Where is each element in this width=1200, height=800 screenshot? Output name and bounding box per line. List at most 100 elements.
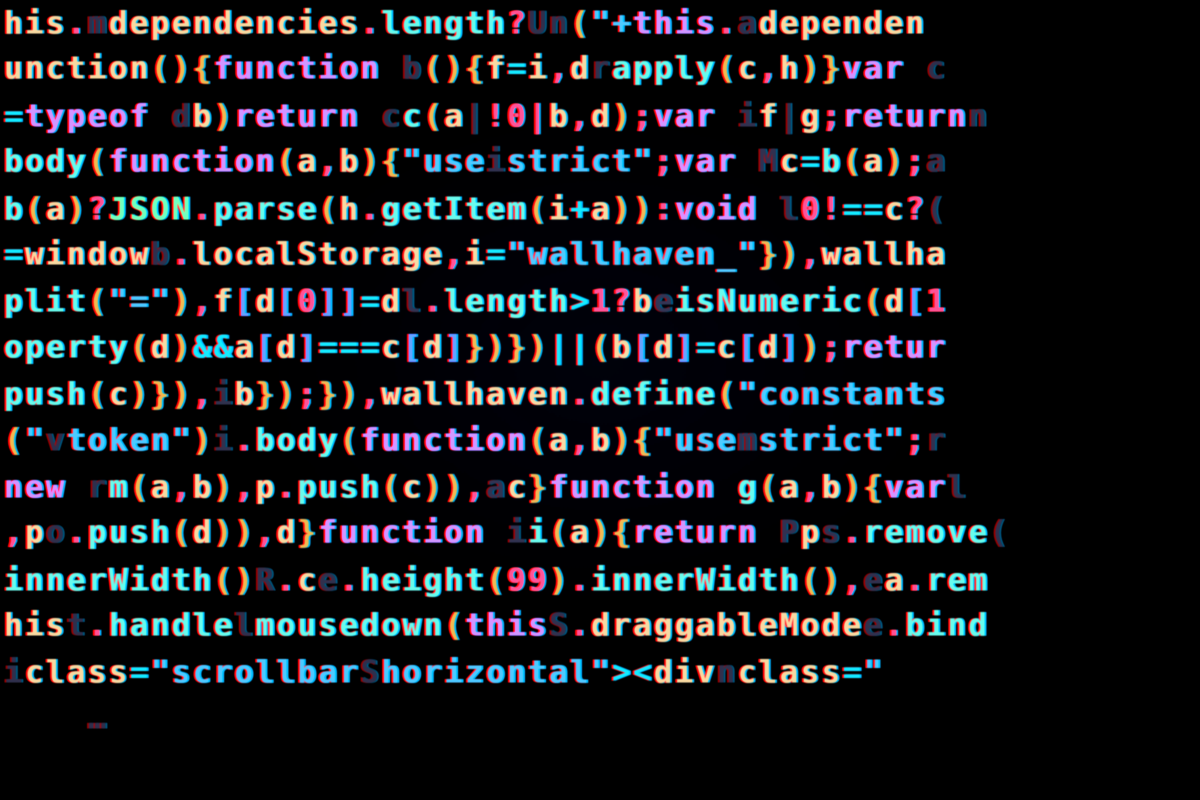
code-token: = [486,232,507,278]
code-token: ) [130,371,151,417]
code-token: d [654,324,675,370]
code-token: c [927,46,948,92]
code-token: a [864,139,885,185]
code-token: "+ [591,0,633,46]
code-token: f [214,279,235,325]
code-token: { [381,139,402,185]
code-token: ( [989,510,1010,556]
code-token: ( [319,186,340,232]
code-token: b [402,46,423,92]
code-token: : [654,186,675,232]
code-token: ) [549,557,570,603]
code-line: new rm(a,b),p.push(c)),ac}function g(a,b… [0,464,1200,510]
code-token: ) [444,464,465,510]
code-token: strict" [759,417,906,463]
code-token: . [360,186,381,232]
code-token: | [465,93,486,139]
code-token: m [109,464,130,510]
code-token: ) [360,139,381,185]
code-token: } [319,371,340,417]
code-line: body(function(a,b){"useistrict";var Mc=b… [0,139,1200,185]
code-token: d [172,93,193,139]
code-line: operty(d)&&a[d]===c[d]})})||(b[d]=c[d]);… [0,324,1200,370]
code-token: a [151,464,172,510]
code-token: retur [843,324,948,370]
code-token: ; [654,139,675,185]
code-token: [ [277,279,298,325]
code-token: b [822,464,843,510]
code-token: ( [423,93,444,139]
code-token: a [927,139,948,185]
code-line: ,po.push(d)),d}function ii(a){return Pps… [0,510,1200,556]
code-token: . [67,0,88,46]
code-line: unction(){function b(){f=i,drapply(c,h)}… [0,46,1200,92]
code-token: l [948,464,969,510]
code-token: R [256,557,277,603]
code-token: ) [780,232,801,278]
code-token: isNumeric [675,279,864,325]
code-token: ; [822,93,843,139]
code-token: ! [822,186,843,232]
code-token: plit [4,279,88,325]
code-token: dependencies [109,0,361,46]
code-token: localStorage [193,232,445,278]
code-token: bind [906,603,990,649]
code-token: , [172,464,193,510]
code-token: void [675,186,780,232]
code-token: i [214,371,235,417]
code-token: ) [214,464,235,510]
code-token: , [843,557,864,603]
code-token: ) [235,557,256,603]
code-token: c [381,324,402,370]
code-token: . [717,0,738,46]
code-token: function [109,139,277,185]
code-token: d [885,279,906,325]
code-token: push [298,464,382,510]
code-token: , [801,464,822,510]
code-token: } [528,464,549,510]
code-token: e [864,557,885,603]
code-token: ( [570,0,591,46]
code-token: ( [528,186,549,232]
code-token: . [67,510,88,556]
code-token: c [109,371,130,417]
code-token: , [444,232,465,278]
code-token: ] [780,324,801,370]
code-token: ) [339,371,360,417]
code-token: e [864,603,885,649]
code-token: ) [591,510,612,556]
code-token: [ [256,324,277,370]
code-token: ; [906,417,927,463]
code-line: iclass="scrollbarShorizontal"><divnclass… [0,650,1200,696]
code-token: i [507,510,528,556]
code-token: b [193,464,214,510]
code-token: l [780,186,801,232]
code-token: d [759,324,780,370]
code-token: d [277,324,298,370]
code-token: p [256,464,277,510]
code-token: , [193,371,214,417]
code-token: = [4,232,25,278]
code-token: . [277,464,298,510]
code-token: { [864,464,885,510]
code-token: ! [486,93,507,139]
code-token: ( [591,324,612,370]
code-token: r [88,464,109,510]
code-token: + [570,186,591,232]
code-token: JSON [109,186,193,232]
code-token: unction [4,46,151,92]
code-token: e [654,279,675,325]
code-token: , [235,464,256,510]
code-token: ) [214,510,235,556]
code-token: ( [801,557,822,603]
code-token: "=" [109,279,172,325]
code-token: ? [507,0,528,46]
code-token: his [4,603,67,649]
code-token: ) [612,417,633,463]
code-token: wallha [822,232,948,278]
code-token: var [654,93,738,139]
code-token: a [298,139,319,185]
code-token: ( [528,417,549,463]
code-token: ( [88,371,109,417]
code-token: c [507,464,528,510]
